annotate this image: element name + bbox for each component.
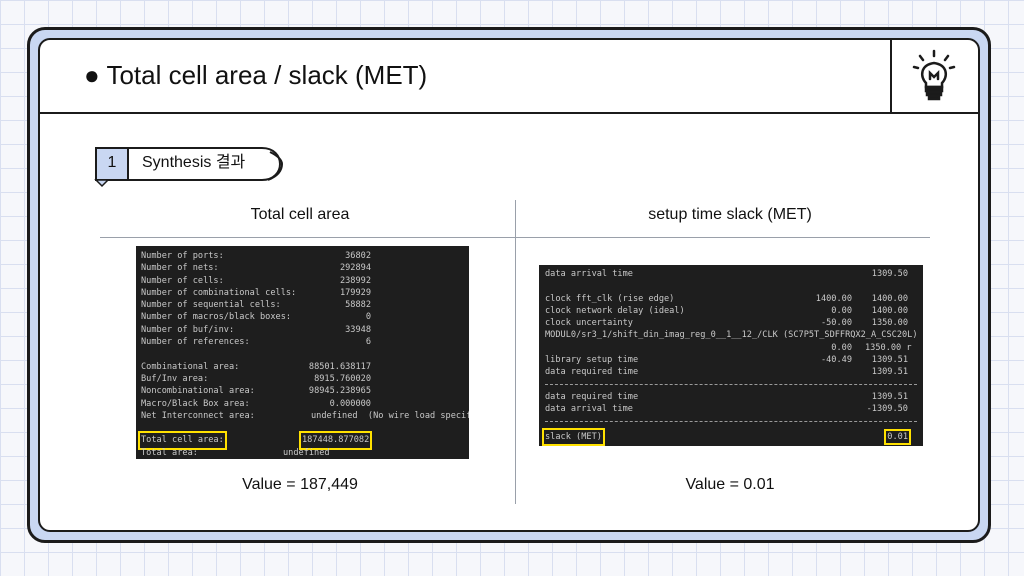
right-column-title: setup time slack (MET) bbox=[648, 206, 812, 223]
timing-report-terminal: data arrival time 1309.50 clock fft_clk (… bbox=[539, 265, 923, 446]
report-row-slack: slack (MET) 0.01 bbox=[542, 427, 917, 446]
area-report-terminal: Number of ports: 36802 Number of nets: 292… bbox=[136, 246, 469, 459]
report-row: Number of combinational cells: 179929 bbox=[141, 287, 371, 298]
slide-title: ● Total cell area / slack (MET) bbox=[84, 60, 428, 90]
report-row: Combinational area: 88501.638117 bbox=[141, 361, 371, 372]
report-row: Number of sequential cells: 58882 bbox=[141, 300, 371, 311]
column-divider bbox=[515, 200, 516, 504]
report-row: MODUL0/sr3_1/shift_din_imag_reg_0__1__12… bbox=[545, 330, 918, 341]
icon-box bbox=[890, 40, 978, 112]
report-row: Number of buf/inv: 33948 bbox=[141, 324, 371, 335]
report-row: data required time 1309.51 bbox=[545, 367, 908, 378]
report-row: clock network delay (ideal) 0.00 1400.00 bbox=[545, 305, 908, 316]
report-row: library setup time -40.49 1309.51 bbox=[545, 355, 908, 366]
report-row: Number of nets: 292894 bbox=[141, 263, 371, 274]
report-row: data arrival time 1309.50 bbox=[545, 269, 908, 279]
lightbulb-icon bbox=[912, 49, 956, 101]
report-row: Macro/Black Box area: 0.000000 bbox=[141, 398, 371, 409]
report-row-total-cell-area: Total cell area: 187448.877082 bbox=[138, 431, 464, 450]
total-cell-area-value: 187448.877082 bbox=[298, 431, 373, 450]
dashed-separator bbox=[545, 379, 917, 391]
step-tab: 1 Synthesis 결과 bbox=[94, 146, 284, 188]
slack-value: 0.01 bbox=[884, 428, 911, 445]
slide-frame: ● Total cell area / slack (MET) 1 Synthe… bbox=[27, 27, 991, 543]
report-row: clock fft_clk (rise edge) 1400.00 1400.00 bbox=[545, 293, 908, 304]
slide-header: ● Total cell area / slack (MET) bbox=[40, 40, 978, 114]
left-value-text: Value = 187,449 bbox=[242, 476, 358, 493]
report-row: Net Interconnect area: undefined (No wire… bbox=[141, 410, 469, 421]
report-row: Total area: undefined bbox=[141, 447, 330, 458]
dashed-separator bbox=[545, 416, 917, 428]
report-row: Number of references: 6 bbox=[141, 337, 371, 348]
step-number: 1 bbox=[107, 154, 117, 171]
left-column-title: Total cell area bbox=[250, 206, 350, 223]
report-row: Buf/Inv area: 8915.760020 bbox=[141, 373, 371, 384]
report-row: Noncombinational area: 98945.238965 bbox=[141, 386, 371, 397]
report-row: Number of macros/black boxes: 0 bbox=[141, 312, 371, 323]
total-cell-area-label: Total cell area: bbox=[138, 431, 227, 450]
report-row: Number of ports: 36802 bbox=[141, 251, 371, 261]
report-row: Number of cells: 238992 bbox=[141, 275, 371, 286]
slide-content: ● Total cell area / slack (MET) 1 Synthe… bbox=[38, 38, 980, 532]
report-row: 0.00 1350.00 r bbox=[831, 342, 912, 353]
report-row: clock uncertainty -50.00 1350.00 bbox=[545, 318, 908, 329]
report-row: data required time 1309.51 bbox=[545, 391, 908, 402]
right-value-text: Value = 0.01 bbox=[685, 476, 775, 493]
report-row: data arrival time -1309.50 bbox=[545, 404, 908, 415]
step-label: Synthesis 결과 bbox=[142, 154, 246, 171]
